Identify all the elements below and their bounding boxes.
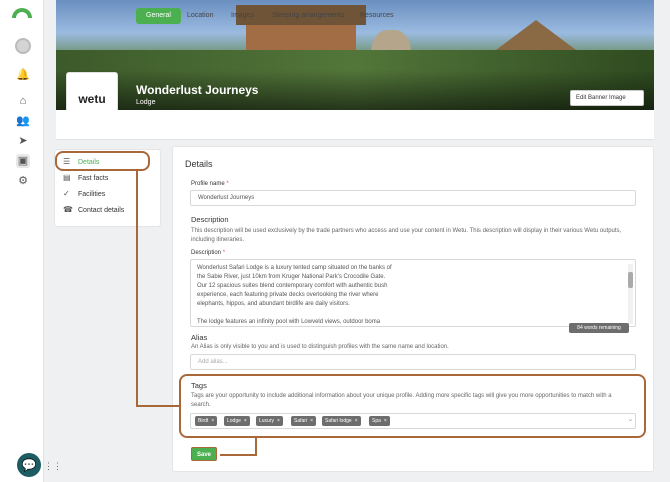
description-title: Description xyxy=(191,215,229,224)
send-icon[interactable]: ➤ xyxy=(16,134,30,148)
chevron-down-icon[interactable]: ⌄ xyxy=(628,416,633,423)
nav-item-fast-facts[interactable]: ▤ Fast facts xyxy=(63,172,108,184)
avatar[interactable] xyxy=(15,38,31,54)
nav-item-label: Facilities xyxy=(78,191,106,198)
edit-banner-button[interactable]: Edit Banner Image xyxy=(570,90,644,106)
chat-icon[interactable]: 💬 xyxy=(17,453,41,477)
remove-tag-icon[interactable]: × xyxy=(384,418,387,424)
users-icon[interactable]: 👥 xyxy=(16,114,30,128)
app-rail: 🔔 ⌂ 👥 ➤ ▣ ⚙ xyxy=(0,0,44,482)
annotation-arrow xyxy=(220,454,257,456)
profile-name-input[interactable]: Wonderlust Journeys xyxy=(190,190,636,206)
app-logo[interactable] xyxy=(12,8,32,18)
description-help: This description will be used exclusivel… xyxy=(191,228,622,243)
description-line: the Sabie River, just 10km from Kruger N… xyxy=(197,274,386,280)
tags-help: Tags are your opportunity to include add… xyxy=(191,393,612,408)
tag-chip[interactable]: Luxury × xyxy=(256,416,283,426)
tag-chip[interactable]: Safari lodge × xyxy=(322,416,361,426)
drag-handle-icon[interactable]: ⋮⋮ xyxy=(44,461,62,472)
annotation-arrow xyxy=(136,405,179,407)
profile-name-label: Profile name * xyxy=(191,181,229,187)
clipboard-icon: ▤ xyxy=(63,173,71,182)
profile-type: Lodge xyxy=(136,99,156,106)
annotation-arrow xyxy=(255,438,257,455)
logo-text: wetu xyxy=(78,92,106,106)
tag-chip[interactable]: Lodge × xyxy=(224,416,250,426)
tab-location[interactable]: Location xyxy=(187,8,213,24)
tag-chip[interactable]: Birdt × xyxy=(195,416,218,426)
remove-tag-icon[interactable]: × xyxy=(211,418,214,424)
check-circle-icon: ✓ xyxy=(63,189,70,198)
description-line: experience, each featuring private decks… xyxy=(197,292,379,298)
description-line: elephants, hippos, and abundant birdlife… xyxy=(197,301,350,307)
remove-tag-icon[interactable]: × xyxy=(355,418,358,424)
bell-icon[interactable]: 🔔 xyxy=(16,68,30,82)
page-title: Details xyxy=(185,159,213,169)
edit-banner-label: Edit Banner Image xyxy=(576,95,626,101)
tab-bar xyxy=(56,110,654,140)
phone-icon: ☎ xyxy=(63,205,73,214)
alias-title: Alias xyxy=(191,333,208,342)
tag-chip[interactable]: Spa × xyxy=(369,416,390,426)
alias-input[interactable]: Add alias... xyxy=(190,354,636,370)
scroll-thumb[interactable] xyxy=(628,272,633,288)
image-icon[interactable]: ▣ xyxy=(16,154,30,168)
nav-item-contact-details[interactable]: ☎ Contact details xyxy=(63,204,124,216)
remove-tag-icon[interactable]: × xyxy=(310,418,313,424)
tab-sleeping-arrangements[interactable]: Sleeping arrangements xyxy=(272,8,344,24)
profile-title: Wonderlust Journeys xyxy=(136,83,259,97)
tags-title: Tags xyxy=(191,381,207,390)
home-icon[interactable]: ⌂ xyxy=(16,94,30,108)
tab-images[interactable]: Images xyxy=(231,8,254,24)
nav-item-facilities[interactable]: ✓ Facilities xyxy=(63,188,105,200)
nav-item-label: Fast facts xyxy=(78,175,109,182)
remove-tag-icon[interactable]: × xyxy=(277,418,280,424)
description-line: Wonderlust Safari Lodge is a luxury tent… xyxy=(197,265,392,271)
description-label: Description * xyxy=(191,250,226,256)
description-line: Our 12 spacious suites blend contemporar… xyxy=(197,283,388,289)
description-textarea[interactable]: Wonderlust Safari Lodge is a luxury tent… xyxy=(190,259,636,327)
words-remaining-badge: 84 words remaining xyxy=(569,323,629,333)
tab-general[interactable]: General xyxy=(136,8,181,24)
description-line xyxy=(191,309,635,318)
tab-resources[interactable]: Resources xyxy=(360,8,393,24)
nav-item-label: Contact details xyxy=(78,207,125,214)
details-highlight xyxy=(55,151,150,171)
remove-tag-icon[interactable]: × xyxy=(244,418,247,424)
annotation-arrow xyxy=(136,171,138,406)
save-button[interactable]: Save xyxy=(191,447,217,461)
gear-icon[interactable]: ⚙ xyxy=(16,174,30,188)
alias-help: An Alias is only visible to you and is u… xyxy=(191,344,449,350)
tag-chip[interactable]: Safari × xyxy=(291,416,316,426)
